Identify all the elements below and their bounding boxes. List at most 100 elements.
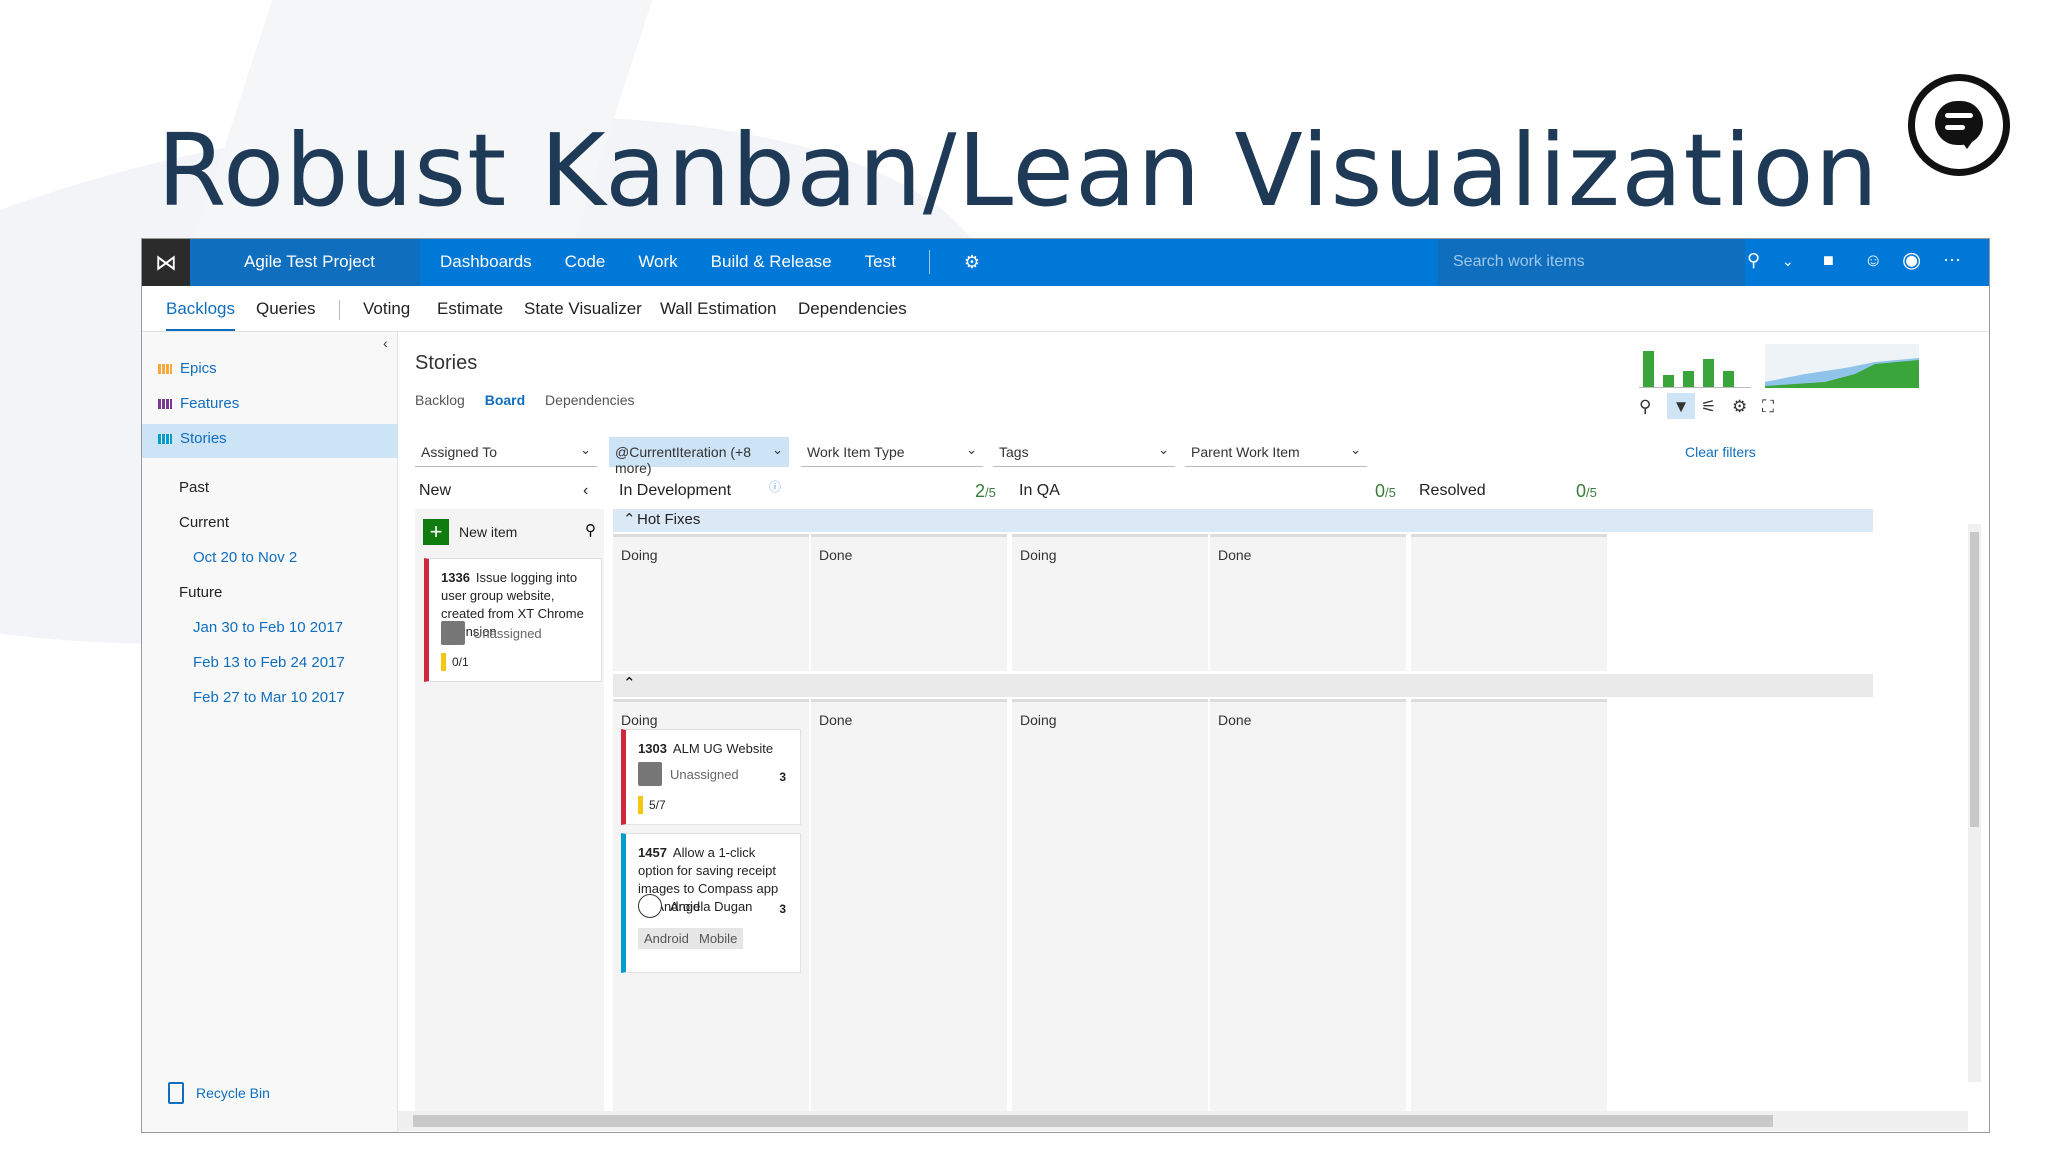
nav-build-release[interactable]: Build & Release <box>711 252 832 274</box>
pivot-board[interactable]: Board <box>485 392 525 408</box>
nav-code[interactable]: Code <box>565 252 606 274</box>
wip-limit: /5 <box>985 485 996 500</box>
fullscreen-icon[interactable]: ⛶ <box>1762 397 1774 417</box>
filter-tags[interactable]: Tags ⌄ <box>993 437 1175 467</box>
cell-done: Done <box>811 699 1007 1129</box>
nav-dashboards[interactable]: Dashboards <box>440 252 532 274</box>
search-icon[interactable]: ⚲ <box>1639 397 1651 417</box>
task-count: 0/1 <box>452 655 469 669</box>
filter-icon[interactable]: ▼ <box>1667 393 1695 419</box>
chevron-down-icon: ⌄ <box>580 442 591 457</box>
visual-studio-logo-icon[interactable]: ⋈ <box>142 239 190 286</box>
card-task-progress[interactable]: 0/1 <box>441 653 469 671</box>
card-assignee[interactable]: Unassigned <box>441 621 542 645</box>
card-id: 1336 <box>441 570 470 585</box>
filter-iteration[interactable]: @CurrentIteration (+8 more) ⌄ <box>609 437 789 476</box>
unassigned-avatar-icon <box>638 762 662 786</box>
chevron-down-icon[interactable]: ⌄ <box>1782 253 1794 270</box>
work-item-card[interactable]: 1336 Issue logging into user group websit… <box>424 558 602 682</box>
iteration-future-link[interactable]: Jan 30 to Feb 10 2017 <box>193 619 343 636</box>
slide: Robust Kanban/Lean Visualization ⋈ Agile… <box>0 0 2048 1152</box>
backlog-icon <box>158 398 172 409</box>
cumulative-flow-mini-chart[interactable] <box>1765 344 1919 388</box>
new-item-button[interactable]: + New item <box>423 515 603 549</box>
info-icon[interactable]: ⓘ <box>769 478 781 495</box>
card-assignee[interactable]: Unassigned <box>638 762 739 786</box>
cell-label: Done <box>1218 712 1252 728</box>
cell-done: Done <box>811 534 1007 671</box>
search-icon[interactable]: ⚲ <box>585 521 596 539</box>
search-input[interactable]: Search work items <box>1453 253 1585 271</box>
story-points: 3 <box>779 770 786 784</box>
cell-doing: Doing <box>1012 534 1208 671</box>
backlog-navigation-pane: ‹ Epics Features Stories Past Current Oc… <box>142 332 398 1132</box>
work-item-card[interactable]: 1457 Allow a 1-click option for saving re… <box>621 833 801 973</box>
iteration-past[interactable]: Past <box>179 479 209 496</box>
iteration-future-link[interactable]: Feb 13 to Feb 24 2017 <box>193 654 345 671</box>
pivot-dependencies[interactable]: Dependencies <box>545 392 635 408</box>
pivot-backlog[interactable]: Backlog <box>415 392 465 408</box>
wip-count-value: 0 <box>1576 481 1587 501</box>
backlog-epics[interactable]: Epics <box>158 360 217 377</box>
work-item-card[interactable]: 1303ALM UG Website Bug Unassigned 3 5/7 <box>621 729 801 825</box>
column-new-header[interactable]: New <box>419 482 451 500</box>
velocity-bar <box>1663 375 1674 387</box>
recycle-bin-link[interactable]: Recycle Bin <box>168 1082 270 1104</box>
scrollbar-thumb[interactable] <box>413 1115 1773 1127</box>
feedback-smiley-icon[interactable]: ☺ <box>1864 250 1882 271</box>
wip-count: 0/5 <box>1375 481 1396 502</box>
board-settings-gear-icon[interactable]: ⚙ <box>1732 397 1747 417</box>
tab-state-visualizer[interactable]: State Visualizer <box>524 299 642 319</box>
tab-backlogs[interactable]: Backlogs <box>166 299 235 331</box>
user-avatar[interactable]: ◉ <box>1902 247 1921 273</box>
marketplace-bag-icon[interactable]: ■ <box>1823 250 1834 271</box>
wip-count: 0/5 <box>1576 481 1597 502</box>
plus-icon: + <box>423 519 449 545</box>
live-updates-icon[interactable]: ⚟ <box>1701 397 1716 417</box>
column-resolved-header[interactable]: Resolved <box>1419 482 1486 500</box>
collapse-column-icon[interactable]: ‹ <box>583 482 588 500</box>
tab-queries[interactable]: Queries <box>256 299 316 319</box>
card-task-progress[interactable]: 5/7 <box>638 796 666 814</box>
swimlane-hot-fixes-header[interactable]: ⌃ Hot Fixes <box>613 509 1873 532</box>
filter-assigned-to[interactable]: Assigned To ⌄ <box>415 437 597 467</box>
task-progress-bar <box>441 653 446 671</box>
tag[interactable]: Mobile <box>693 928 744 949</box>
tab-wall-estimation[interactable]: Wall Estimation <box>660 299 777 319</box>
settings-gear-icon[interactable]: ⚙ <box>964 252 980 274</box>
tab-voting[interactable]: Voting <box>363 299 410 319</box>
swimlane-default-header[interactable]: ⌃ <box>613 674 1873 697</box>
board-area: Stories Backlog Board Dependencies ⚲ ▼ ⚟… <box>399 332 1989 1132</box>
filter-work-item-type[interactable]: Work Item Type ⌄ <box>801 437 983 467</box>
nav-separator <box>928 250 930 274</box>
task-count: 5/7 <box>649 798 666 812</box>
clear-filters-link[interactable]: Clear filters <box>1685 444 1756 460</box>
horizontal-scrollbar[interactable] <box>398 1111 1968 1131</box>
backlog-stories[interactable]: Stories <box>158 430 227 447</box>
column-in-development-header[interactable]: In Development <box>619 482 731 500</box>
collapse-pane-icon[interactable]: ‹ <box>383 335 388 351</box>
iteration-future-link[interactable]: Feb 27 to Mar 10 2017 <box>193 689 345 706</box>
search-icon[interactable]: ⚲ <box>1747 250 1760 271</box>
column-in-qa-header[interactable]: In QA <box>1019 482 1060 500</box>
more-options-icon[interactable]: ⋯ <box>1943 250 1961 271</box>
card-assignee[interactable]: Angela Dugan <box>638 894 752 918</box>
tab-dependencies[interactable]: Dependencies <box>798 299 907 319</box>
nav-test[interactable]: Test <box>865 252 896 274</box>
backlog-features[interactable]: Features <box>158 395 239 412</box>
cell-doing: Doing <box>1012 699 1208 1129</box>
cell-doing: Doing <box>613 534 809 671</box>
story-points: 3 <box>779 902 786 916</box>
filter-parent-work-item[interactable]: Parent Work Item ⌄ <box>1185 437 1367 467</box>
iteration-current-link[interactable]: Oct 20 to Nov 2 <box>193 549 297 566</box>
project-name[interactable]: Agile Test Project <box>244 252 375 272</box>
chevron-down-icon: ⌄ <box>772 442 783 457</box>
nav-work[interactable]: Work <box>638 252 677 274</box>
scrollbar-thumb[interactable] <box>1970 532 1979 827</box>
page-title: Stories <box>415 352 478 374</box>
tab-estimate[interactable]: Estimate <box>437 299 503 319</box>
backlog-icon <box>158 433 172 444</box>
vertical-scrollbar[interactable] <box>1968 524 1981 1082</box>
tag[interactable]: Android <box>638 928 695 949</box>
velocity-mini-chart[interactable] <box>1639 346 1751 388</box>
